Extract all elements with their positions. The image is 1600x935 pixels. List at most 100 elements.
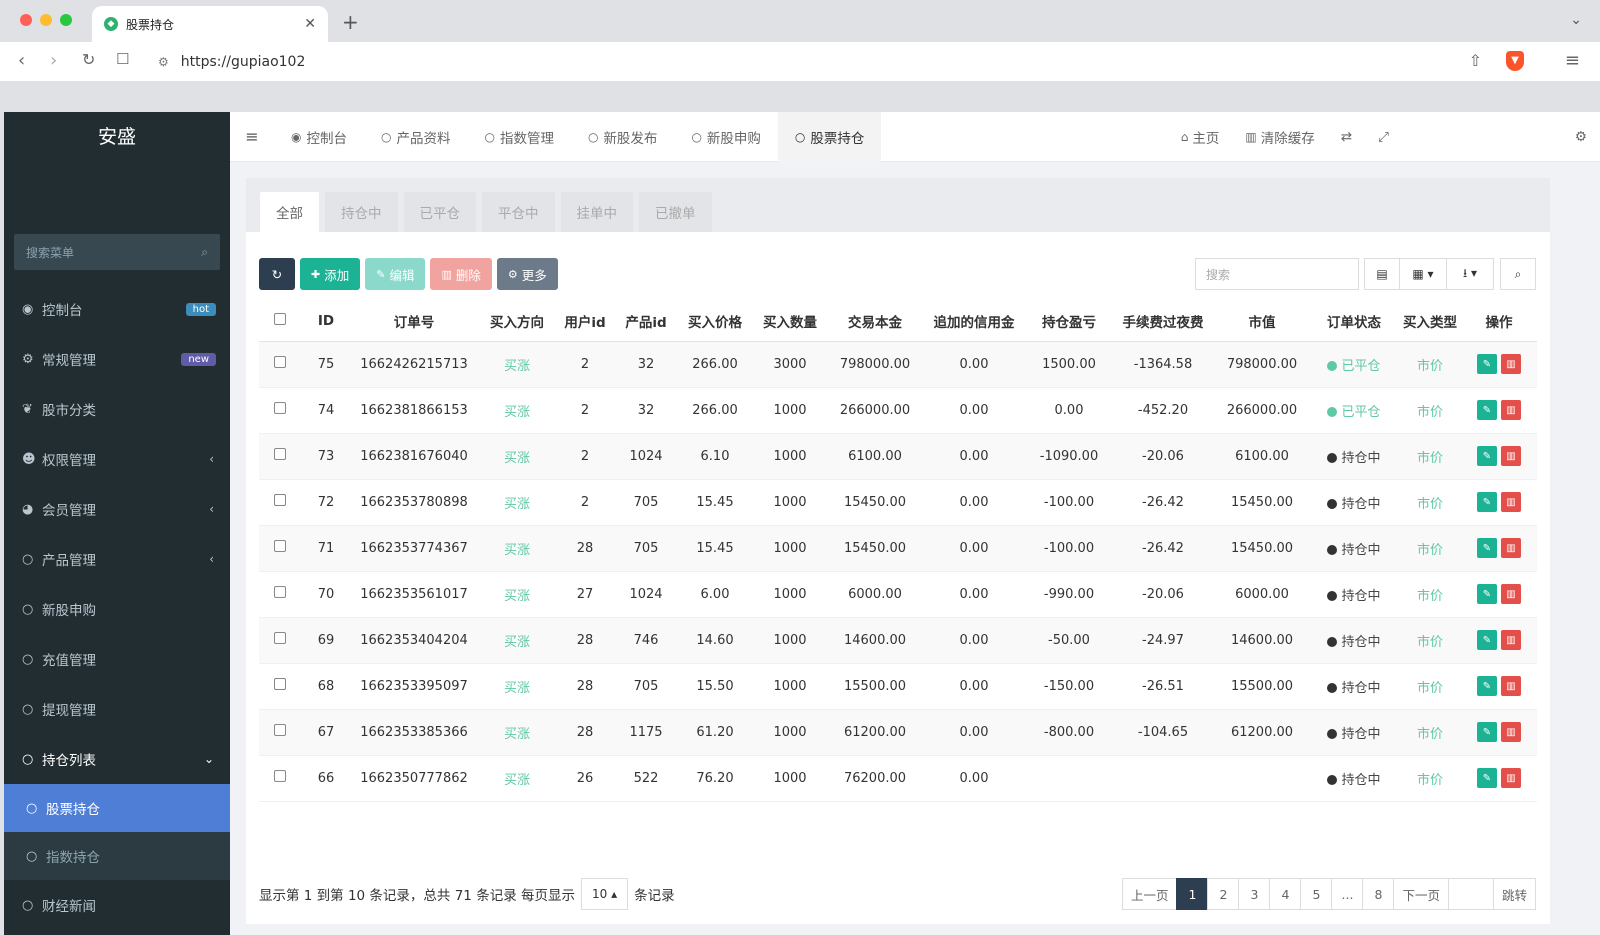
delete-row-icon[interactable]: ▥ xyxy=(1501,584,1521,604)
browser-tab[interactable]: ◆ 股票持仓 ✕ xyxy=(92,6,328,42)
row-checkbox[interactable] xyxy=(274,770,286,782)
row-select-cell[interactable] xyxy=(259,341,301,388)
tab-pending[interactable]: 挂单中 xyxy=(560,192,633,232)
share-icon[interactable]: ⇧ xyxy=(1469,51,1482,70)
add-button[interactable]: ✚ 添加 xyxy=(300,258,361,290)
row-checkbox[interactable] xyxy=(274,724,286,736)
col-price[interactable]: 买入价格 xyxy=(679,301,751,342)
row-select-cell[interactable] xyxy=(259,663,301,710)
close-window-button[interactable] xyxy=(20,14,32,26)
col-fee[interactable]: 手续费过夜费 xyxy=(1111,301,1215,342)
back-icon[interactable]: ‹ xyxy=(18,50,25,71)
tab-dashboard[interactable]: ◉ 控制台 xyxy=(274,112,364,162)
tab-closing[interactable]: 平仓中 xyxy=(482,192,555,232)
delete-row-icon[interactable]: ▥ xyxy=(1501,722,1521,742)
sidebar-item-permissions[interactable]: ☻ 权限管理 ‹ xyxy=(4,434,230,484)
sidebar-subitem-index-positions[interactable]: ○ 指数持仓 xyxy=(4,832,230,880)
forward-icon[interactable]: › xyxy=(50,50,57,71)
sidebar-item-members[interactable]: ◕ 会员管理 ‹ xyxy=(4,484,230,534)
edit-row-icon[interactable]: ✎ xyxy=(1477,722,1497,742)
col-id[interactable]: ID xyxy=(301,301,351,342)
clear-cache-button[interactable]: ▥ 清除缓存 xyxy=(1232,127,1327,147)
sidebar-item-dashboard[interactable]: ◉ 控制台 hot xyxy=(4,284,230,334)
page-2-button[interactable]: 2 xyxy=(1207,878,1240,910)
delete-row-icon[interactable]: ▥ xyxy=(1501,630,1521,650)
table-row[interactable]: 67 1662353385366 买涨 28 1175 61.20 1000 61200.00… xyxy=(259,709,1537,756)
row-select-cell[interactable] xyxy=(259,479,301,526)
col-status[interactable]: 订单状态 xyxy=(1309,301,1399,342)
sidebar-item-market-category[interactable]: ❦ 股市分类 xyxy=(4,384,230,434)
edit-row-icon[interactable]: ✎ xyxy=(1477,538,1497,558)
table-row[interactable]: 72 1662353780898 买涨 2 705 15.45 1000 15450.00 0.… xyxy=(259,479,1537,526)
row-checkbox[interactable] xyxy=(274,402,286,414)
fullscreen-button[interactable]: ⤢ xyxy=(1365,129,1402,145)
row-select-cell[interactable] xyxy=(259,709,301,756)
table-row[interactable]: 75 1662426215713 买涨 2 32 266.00 3000 798000.00 0… xyxy=(259,341,1537,388)
delete-row-icon[interactable]: ▥ xyxy=(1501,676,1521,696)
sidebar-item-products[interactable]: ○ 产品管理 ‹ xyxy=(4,534,230,584)
page-8-button[interactable]: 8 xyxy=(1362,878,1395,910)
row-checkbox[interactable] xyxy=(274,494,286,506)
brand-logo[interactable]: 安盛 xyxy=(4,112,230,162)
row-select-cell[interactable] xyxy=(259,433,301,480)
delete-row-icon[interactable]: ▥ xyxy=(1501,492,1521,512)
tab-closed[interactable]: 已平仓 xyxy=(403,192,476,232)
more-button[interactable]: ⚙ 更多 xyxy=(496,258,558,290)
edit-row-icon[interactable]: ✎ xyxy=(1477,446,1497,466)
close-tab-icon[interactable]: ✕ xyxy=(304,16,316,32)
edit-row-icon[interactable]: ✎ xyxy=(1477,354,1497,374)
language-button[interactable]: ⇄ xyxy=(1328,129,1365,145)
address-bar[interactable]: ⚙ https://gupiao102 xyxy=(158,48,1518,76)
delete-button[interactable]: ▥ 删除 xyxy=(430,258,492,290)
edit-row-icon[interactable]: ✎ xyxy=(1477,584,1497,604)
table-row[interactable]: 74 1662381866153 买涨 2 32 266.00 1000 266000.00 0… xyxy=(259,387,1537,434)
tab-stock-positions[interactable]: ○ 股票持仓 xyxy=(777,112,882,162)
zoom-window-button[interactable] xyxy=(60,14,72,26)
edit-row-icon[interactable]: ✎ xyxy=(1477,400,1497,420)
sidebar-item-general[interactable]: ⚙ 常规管理 new xyxy=(4,334,230,384)
refresh-button[interactable]: ↻ xyxy=(259,258,295,290)
tab-all[interactable]: 全部 xyxy=(260,192,319,232)
row-select-cell[interactable] xyxy=(259,617,301,664)
col-pnl[interactable]: 持仓盈亏 xyxy=(1027,301,1111,342)
tab-ipo-subscribe[interactable]: ○ 新股申购 xyxy=(674,112,777,162)
row-checkbox[interactable] xyxy=(274,448,286,460)
menu-toggle-icon[interactable]: ≡ xyxy=(230,127,274,146)
table-row[interactable]: 73 1662381676040 买涨 2 1024 6.10 1000 6100.00 0.0… xyxy=(259,433,1537,480)
tab-index-management[interactable]: ○ 指数管理 xyxy=(467,112,570,162)
col-direction[interactable]: 买入方向 xyxy=(477,301,557,342)
delete-row-icon[interactable]: ▥ xyxy=(1501,538,1521,558)
col-quantity[interactable]: 买入数量 xyxy=(751,301,829,342)
sidebar-search-input[interactable]: 搜索菜单 ⌕ xyxy=(14,234,220,270)
sidebar-item-news[interactable]: ○ 财经新闻 xyxy=(4,880,230,930)
row-select-cell[interactable] xyxy=(259,571,301,618)
edit-row-icon[interactable]: ✎ xyxy=(1477,492,1497,512)
col-order-no[interactable]: 订单号 xyxy=(351,301,477,342)
row-checkbox[interactable] xyxy=(274,540,286,552)
search-icon[interactable]: ⌕ xyxy=(201,245,208,260)
row-checkbox[interactable] xyxy=(274,632,286,644)
row-checkbox[interactable] xyxy=(274,356,286,368)
minimize-window-button[interactable] xyxy=(40,14,52,26)
page-1-button[interactable]: 1 xyxy=(1176,878,1209,910)
site-settings-icon[interactable]: ⚙ xyxy=(158,55,169,69)
search-button[interactable]: ⌕ xyxy=(1500,258,1536,290)
row-select-cell[interactable] xyxy=(259,755,301,802)
page-5-button[interactable]: 5 xyxy=(1300,878,1333,910)
sidebar-item-ipo-subscribe[interactable]: ○ 新股申购 xyxy=(4,584,230,634)
prev-page-button[interactable]: 上一页 xyxy=(1121,878,1178,910)
page-3-button[interactable]: 3 xyxy=(1238,878,1271,910)
edit-row-icon[interactable]: ✎ xyxy=(1477,630,1497,650)
edit-row-icon[interactable]: ✎ xyxy=(1477,676,1497,696)
table-row[interactable]: 71 1662353774367 买涨 28 705 15.45 1000 15450.00 0… xyxy=(259,525,1537,572)
select-all-cell[interactable] xyxy=(259,301,301,342)
toggle-view-button[interactable]: ▤ xyxy=(1364,258,1400,290)
tab-ipo-publish[interactable]: ○ 新股发布 xyxy=(571,112,674,162)
page-size-select[interactable]: 10 ▴ xyxy=(580,878,629,910)
delete-row-icon[interactable]: ▥ xyxy=(1501,446,1521,466)
jump-button[interactable]: 跳转 xyxy=(1492,878,1536,910)
columns-button[interactable]: ▦ ▾ xyxy=(1399,258,1447,290)
table-row[interactable]: 70 1662353561017 买涨 27 1024 6.00 1000 6000.00 0.… xyxy=(259,571,1537,618)
select-all-checkbox[interactable] xyxy=(274,312,286,325)
settings-button[interactable]: ⚙ xyxy=(1562,129,1600,145)
